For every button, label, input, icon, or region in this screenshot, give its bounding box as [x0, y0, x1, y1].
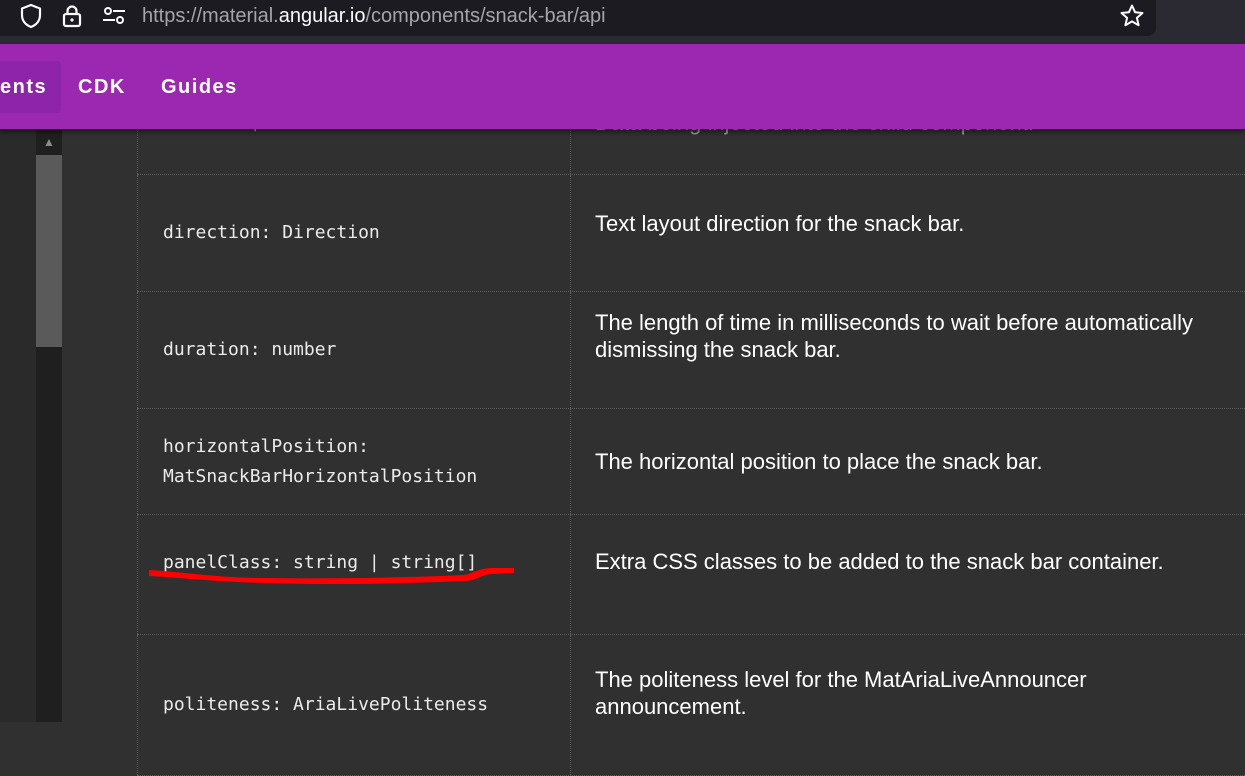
table-row: horizontalPosition: MatSnackBarHorizonta… [137, 409, 1245, 515]
nav-cdk-label: CDK [78, 76, 126, 98]
property-description: Text layout direction for the snack bar. [595, 210, 965, 236]
property-name: politeness: AriaLivePoliteness [137, 635, 571, 775]
table-row: politeness: AriaLivePoliteness The polit… [137, 635, 1245, 776]
permissions-icon[interactable] [101, 3, 127, 29]
url-host: angular.io [278, 5, 366, 27]
side-nav [0, 129, 36, 722]
nav-guides-label: Guides [161, 76, 238, 98]
nav-components-label: ents [0, 76, 48, 98]
property-name: panelClass: string | string[] [137, 515, 571, 634]
scroll-up-arrow-icon[interactable]: ▲ [36, 133, 62, 151]
bookmark-star-icon[interactable] [1119, 3, 1145, 29]
nav-components[interactable]: ents [0, 61, 62, 113]
property-name: duration: number [137, 292, 571, 408]
url-text[interactable]: https://material.angular.io/components/s… [142, 5, 606, 27]
browser-toolbar: https://material.angular.io/components/s… [0, 0, 1245, 44]
lock-icon[interactable] [59, 3, 85, 29]
tracking-shield-icon[interactable] [18, 3, 44, 29]
scrollbar-thumb[interactable] [36, 155, 62, 347]
site-toolbar: ents CDK Guides [0, 44, 1245, 129]
address-bar[interactable]: https://material.angular.io/components/s… [0, 0, 1156, 36]
property-description: The politeness level for the MatAriaLive… [595, 667, 1087, 719]
url-prefix: https://material. [142, 5, 279, 27]
property-description: Extra CSS classes to be added to the sna… [595, 549, 1164, 574]
nav-guides[interactable]: Guides [147, 61, 252, 113]
property-description: The horizontal position to place the sna… [595, 449, 1043, 474]
nav-cdk[interactable]: CDK [64, 61, 140, 113]
table-row: panelClass: string | string[] Extra CSS … [137, 515, 1245, 635]
url-path: /components/snack-bar/api [365, 5, 606, 27]
property-name: horizontalPosition: MatSnackBarHorizonta… [137, 409, 571, 514]
table-row: direction: Direction Text layout directi… [137, 175, 1245, 292]
property-name: direction: Direction [137, 175, 571, 291]
property-description: The length of time in milliseconds to wa… [595, 310, 1193, 362]
api-properties-table: data: D | null Data being injected into … [137, 70, 1245, 776]
table-row: duration: number The length of time in m… [137, 292, 1245, 409]
